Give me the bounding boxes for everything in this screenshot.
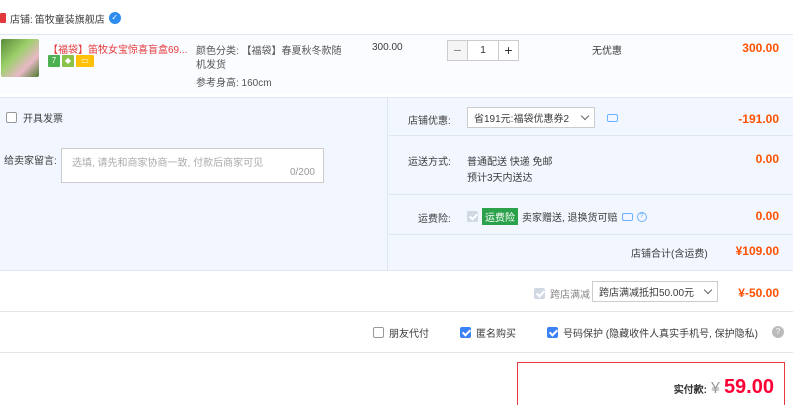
quantity-plus-button[interactable]: + <box>498 40 519 61</box>
payment-summary: 实付款: ¥ 59.00 <box>517 362 785 405</box>
insurance-label: 运费险: <box>418 214 451 225</box>
number-protect-checkbox[interactable] <box>547 327 558 338</box>
divider <box>389 194 793 195</box>
message-textarea[interactable]: 选填, 请先和商家协商一致, 付款后商家可见 0/200 <box>61 148 324 183</box>
insurance-chat-icon[interactable] <box>621 212 633 221</box>
divider <box>389 234 793 235</box>
payment-amount: 59.00 <box>723 376 774 398</box>
currency-symbol: ¥ <box>711 380 720 397</box>
badge-7day-icon: 7 <box>48 55 60 67</box>
shop-header: 店铺: 笛牧童装旗舰店 ✓ <box>0 8 121 28</box>
friend-pay-checkbox[interactable] <box>373 327 384 338</box>
message-placeholder: 选填, 请先和商家协商一致, 付款后商家可见 <box>72 158 264 169</box>
payment-label: 实付款: <box>673 385 708 396</box>
insurance-checkbox <box>467 211 478 222</box>
shop-icon <box>0 13 6 23</box>
shop-total-amount: ¥109.00 <box>735 244 779 258</box>
invoice-label: 开具发票 <box>23 114 63 125</box>
order-options-panel: 开具发票 给卖家留言: 选填, 请先和商家协商一致, 付款后商家可见 0/200… <box>0 97 793 271</box>
invoice-checkbox[interactable] <box>6 112 17 123</box>
order-item-row: 【福袋】笛牧女宝惊喜盲盒69... 7 ◆ ▭ 颜色分类: 【福袋】春夏秋冬款随… <box>0 34 793 94</box>
quantity-stepper: − 1 + <box>447 40 519 61</box>
product-title[interactable]: 【福袋】笛牧女宝惊喜盲盒69... <box>48 41 187 56</box>
number-protect-option[interactable]: 号码保护 (隐藏收件人真实手机号, 保护隐私) <box>547 325 758 340</box>
friend-pay-label: 朋友代付 <box>389 329 429 340</box>
insurance-tag: 运费险 <box>482 208 518 225</box>
cross-store-row: 跨店满减 跨店满减抵扣50.00元 ¥-50.00 <box>0 272 793 312</box>
badge-card-icon: ▭ <box>76 55 94 67</box>
coupon-label: 店铺优惠: <box>408 116 451 127</box>
product-badges: 7 ◆ ▭ <box>48 55 94 67</box>
shop-name[interactable]: 笛牧童装旗舰店 <box>35 11 105 26</box>
divider <box>389 135 793 136</box>
badge-guarantee-icon: ◆ <box>62 55 74 67</box>
anonymous-label: 匿名购买 <box>476 329 516 340</box>
cross-store-select[interactable]: 跨店满减抵扣50.00元 <box>592 281 718 302</box>
invoice-option[interactable]: 开具发票 <box>6 110 63 125</box>
product-spec-color: 颜色分类: 【福袋】春夏秋冬款随 <box>196 46 342 57</box>
item-discount: 无优惠 <box>592 46 622 57</box>
shipping-amount: 0.00 <box>755 152 779 166</box>
cross-store-option: 跨店满减 <box>534 286 590 301</box>
shipping-label: 运送方式: <box>408 157 451 168</box>
cross-store-selected: 跨店满减抵扣50.00元 <box>599 288 695 299</box>
coupon-selected: 省191元:福袋优惠券2 <box>474 114 570 125</box>
item-subtotal: 300.00 <box>742 41 779 55</box>
purchase-options-row: 朋友代付 匿名购买 号码保护 (隐藏收件人真实手机号, 保护隐私) ? <box>0 313 793 353</box>
cross-store-amount: ¥-50.00 <box>738 286 779 300</box>
shop-wangwang-icon[interactable]: ✓ <box>108 12 121 24</box>
buyer-options: 开具发票 给卖家留言: 选填, 请先和商家协商一致, 付款后商家可见 0/200 <box>0 98 388 271</box>
message-label: 给卖家留言: <box>4 156 57 167</box>
product-spec-height: 参考身高: 160cm <box>196 78 272 89</box>
shop-prefix: 店铺: <box>10 14 33 26</box>
anonymous-option[interactable]: 匿名购买 <box>460 325 516 340</box>
number-protect-label: 号码保护 (隐藏收件人真实手机号, 保护隐私) <box>563 329 758 340</box>
insurance-option: 运费险 卖家赠送, 退换货可赔 ? <box>467 208 647 225</box>
insurance-amount: 0.00 <box>755 209 779 223</box>
shipping-method: 普通配送 快递 免邮 <box>467 157 553 168</box>
product-thumbnail[interactable] <box>1 39 39 77</box>
cross-store-label: 跨店满减 <box>550 290 590 301</box>
cross-store-checkbox <box>534 288 545 299</box>
payment-total: 实付款: ¥ 59.00 <box>674 376 774 399</box>
product-spec-color-cont: 机发货 <box>196 60 226 71</box>
shipping-eta: 预计3天内送达 <box>467 173 533 184</box>
chevron-down-icon <box>703 285 713 295</box>
coupon-amount: -191.00 <box>738 112 779 126</box>
message-char-count: 0/200 <box>289 167 315 178</box>
friend-pay-option[interactable]: 朋友代付 <box>373 325 429 340</box>
unit-price: 300.00 <box>372 42 403 53</box>
quantity-minus-button[interactable]: − <box>447 40 468 61</box>
help-icon[interactable]: ? <box>636 211 647 222</box>
quantity-input[interactable]: 1 <box>468 40 498 61</box>
insurance-desc: 卖家赠送, 退换货可赔 <box>522 213 618 224</box>
chevron-down-icon <box>580 111 590 121</box>
help-icon[interactable]: ? <box>772 326 784 338</box>
anonymous-checkbox[interactable] <box>460 327 471 338</box>
shop-total-label: 店铺合计(含运费) <box>631 249 708 260</box>
coupon-chat-icon[interactable] <box>607 114 618 122</box>
coupon-select[interactable]: 省191元:福袋优惠券2 <box>467 107 595 128</box>
